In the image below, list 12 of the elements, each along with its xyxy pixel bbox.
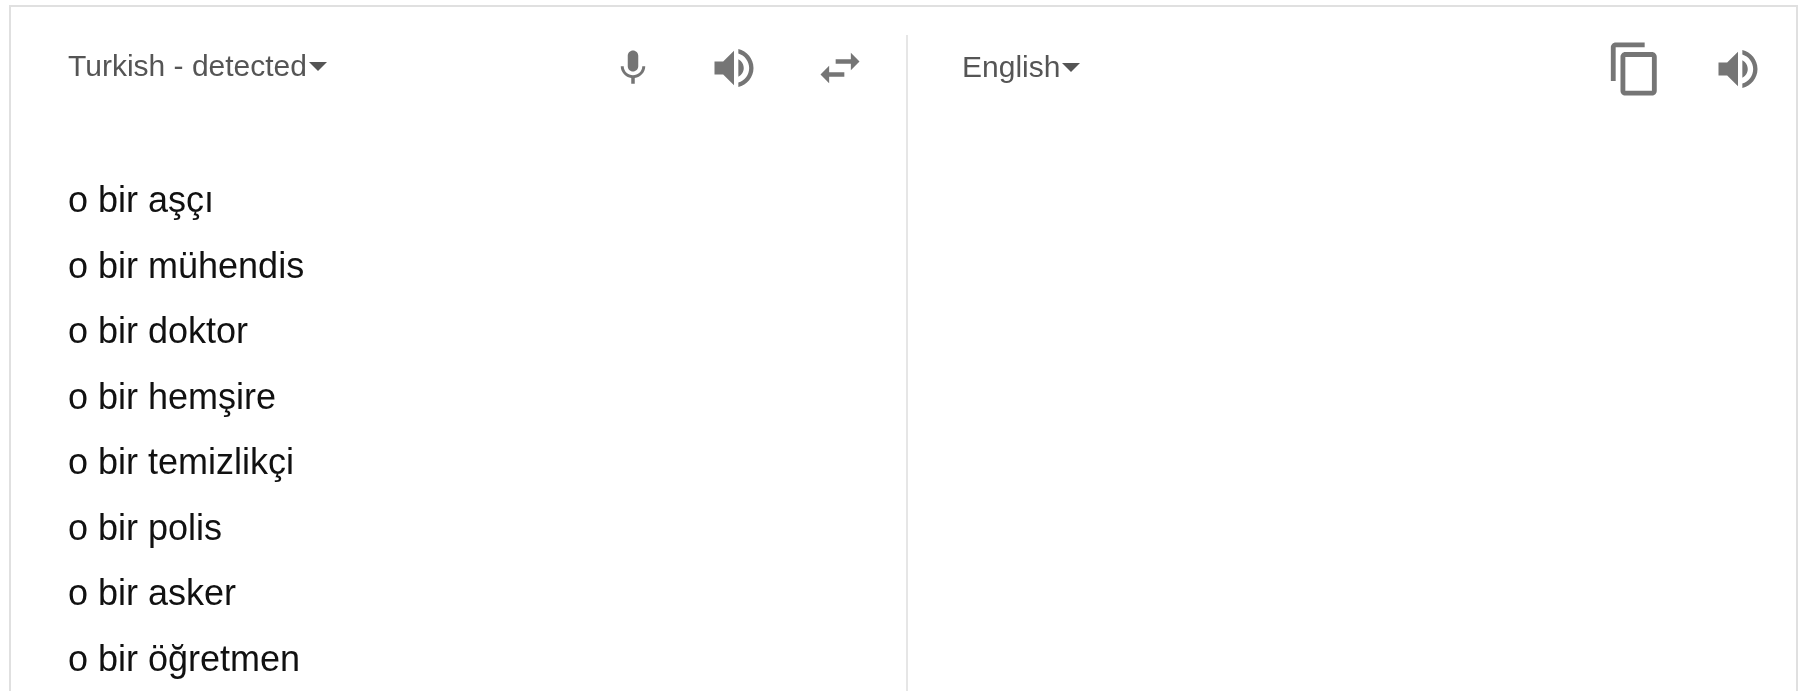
source-text-line: o bir polis (68, 505, 224, 550)
source-text-line: o bir hemşire (68, 374, 278, 419)
source-text-line: o bir mühendis (68, 243, 306, 288)
target-language-dropdown[interactable]: English (962, 50, 1081, 84)
source-text-line: o bir aşçı (68, 178, 216, 222)
caret-icon (309, 61, 327, 71)
source-text-line: o bir öğretmen (68, 636, 302, 681)
source-text-line: o bir asker (68, 571, 238, 615)
source-language-dropdown[interactable]: Turkish - detected (68, 49, 327, 83)
caret-icon (1062, 62, 1081, 72)
source-text-line: o bir doktor (68, 309, 250, 353)
source-text-line: o bir temizlikçi (68, 440, 296, 484)
